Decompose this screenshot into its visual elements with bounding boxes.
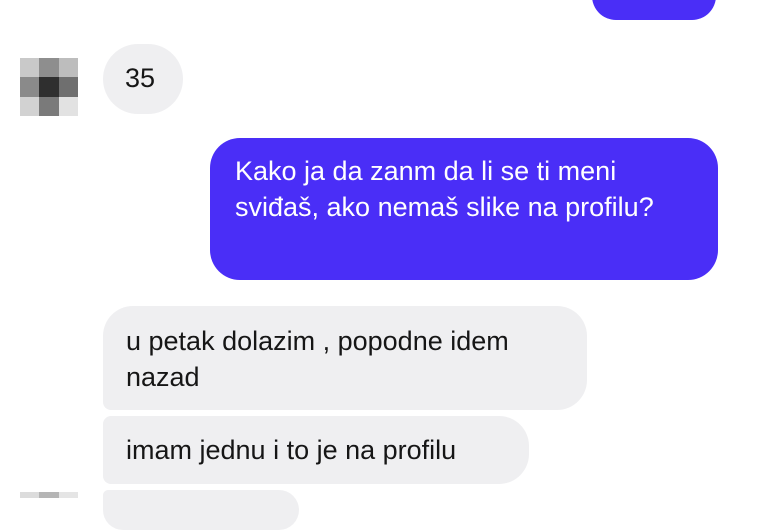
incoming-message-bubble[interactable]: u petak dolazim , popodne idem nazad <box>103 306 587 410</box>
incoming-message-bubble[interactable]: imam jednu i to je na profilu <box>103 416 529 484</box>
message-text: imam jednu i to je na profilu <box>126 435 457 465</box>
contact-avatar[interactable] <box>20 58 78 116</box>
avatar-pixel <box>39 58 59 78</box>
outgoing-message-bubble[interactable]: Kako ja da zanm da li se ti meni sviđaš,… <box>210 138 718 280</box>
incoming-message-bubble[interactable]: 35 <box>103 44 183 114</box>
avatar-pixel <box>20 77 40 97</box>
chat-screen: { "messages": [ {"id": "m0", "direction"… <box>0 0 765 530</box>
message-text: 35 <box>125 63 156 93</box>
avatar-pixel <box>58 58 78 78</box>
avatar-pixel <box>58 492 78 498</box>
avatar-pixel <box>20 492 40 498</box>
avatar-pixel <box>20 58 40 78</box>
outgoing-message-bubble[interactable] <box>592 0 716 20</box>
contact-avatar[interactable] <box>20 492 78 510</box>
avatar-pixel <box>20 96 40 116</box>
message-text: u petak dolazim , popodne idem nazad <box>126 326 509 392</box>
avatar-pixel <box>58 96 78 116</box>
avatar-pixel <box>39 96 59 116</box>
avatar-pixel <box>39 492 59 498</box>
avatar-pixel <box>58 77 78 97</box>
incoming-message-bubble[interactable] <box>103 490 299 530</box>
message-text: Kako ja da zanm da li se ti meni sviđaš,… <box>235 156 654 222</box>
avatar-pixel <box>39 77 59 97</box>
